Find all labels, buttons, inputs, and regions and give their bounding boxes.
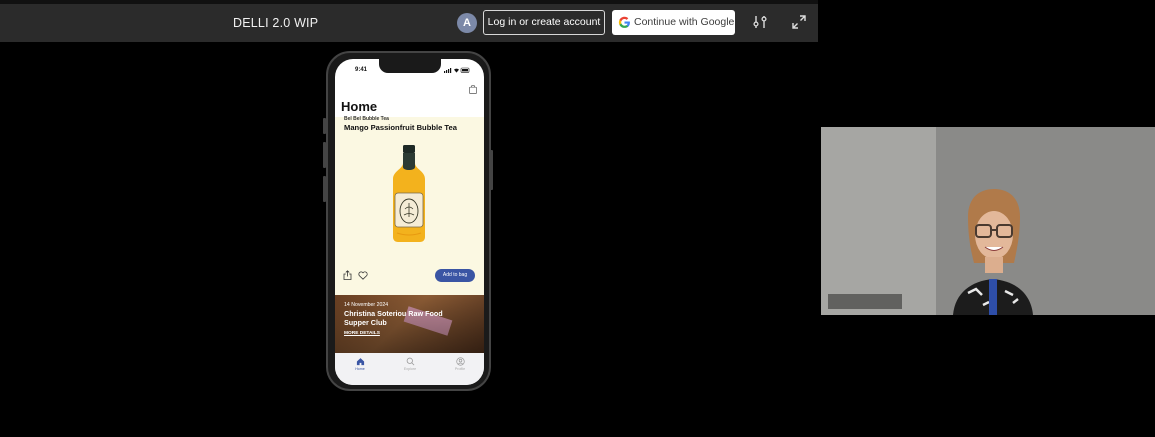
tab-bar: Home Explore Profile bbox=[335, 353, 484, 385]
tab-profile[interactable]: Profile bbox=[445, 357, 475, 377]
google-icon bbox=[618, 16, 630, 28]
tab-profile-label: Profile bbox=[454, 367, 466, 371]
expand-icon[interactable] bbox=[791, 14, 807, 30]
share-icon[interactable] bbox=[343, 270, 352, 280]
login-button[interactable]: Log in or create account bbox=[483, 10, 605, 35]
phone-button bbox=[323, 142, 326, 168]
home-icon bbox=[356, 358, 364, 366]
event-card[interactable]: 14 November 2024 Christina Soteriou Raw … bbox=[335, 295, 484, 353]
bottle-image bbox=[393, 145, 425, 242]
phone-frame: 9:41 Home Bel Bel Bubble Tea Mango Passi… bbox=[326, 51, 491, 391]
phone-button bbox=[323, 176, 326, 202]
phone-screen: 9:41 Home Bel Bel Bubble Tea Mango Passi… bbox=[335, 59, 484, 385]
tab-home-label: Home bbox=[355, 367, 365, 371]
prototype-toolbar: DELLI 2.0 WIP A Log in or create account… bbox=[0, 4, 818, 42]
user-avatar[interactable]: A bbox=[457, 13, 477, 33]
profile-icon bbox=[455, 357, 465, 366]
phone-button bbox=[323, 118, 326, 134]
phone-button bbox=[490, 150, 493, 190]
page-title: Home bbox=[341, 99, 378, 114]
bag-icon[interactable] bbox=[469, 85, 477, 94]
event-date: 14 November 2024 bbox=[344, 302, 389, 308]
tune-icon[interactable] bbox=[752, 14, 768, 30]
tab-explore[interactable]: Explore bbox=[395, 357, 425, 377]
status-icons bbox=[444, 67, 470, 73]
featured-product-card[interactable]: Bel Bel Bubble Tea Mango Passionfruit Bu… bbox=[335, 116, 484, 295]
participant-name-tag bbox=[828, 294, 902, 309]
google-login-button[interactable]: Continue with Google bbox=[612, 10, 735, 35]
product-brand: Bel Bel Bubble Tea bbox=[344, 116, 389, 122]
presenter-video bbox=[953, 189, 1033, 315]
google-login-label: Continue with Google bbox=[634, 16, 735, 28]
search-icon bbox=[406, 357, 414, 366]
add-to-bag-button[interactable]: Add to bag bbox=[435, 269, 475, 282]
phone-notch bbox=[379, 59, 441, 73]
tab-home[interactable]: Home bbox=[345, 357, 375, 377]
app-title: DELLI 2.0 WIP bbox=[233, 16, 319, 30]
event-title: Christina Soteriou Raw Food Supper Club bbox=[344, 309, 443, 327]
status-time: 9:41 bbox=[355, 67, 368, 73]
heart-icon[interactable] bbox=[358, 271, 368, 280]
presentation-screen: DELLI 2.0 WIP A Log in or create account… bbox=[0, 0, 1155, 437]
webcam-feed bbox=[821, 127, 1155, 315]
more-details-link[interactable]: MORE DETAILS bbox=[344, 331, 380, 336]
product-title: Mango Passionfruit Bubble Tea bbox=[344, 123, 457, 132]
tab-explore-label: Explore bbox=[403, 367, 417, 371]
